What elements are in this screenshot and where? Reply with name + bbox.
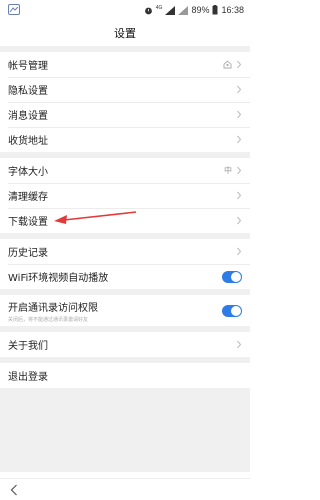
- chevron-right-icon: [237, 166, 242, 175]
- contacts-permission-toggle[interactable]: [222, 304, 242, 317]
- row-right: [223, 52, 242, 77]
- row-label: 下载设置: [8, 217, 48, 228]
- row-clear-cache[interactable]: 清理缓存: [0, 183, 250, 208]
- row-privacy[interactable]: 隐私设置: [0, 77, 250, 102]
- row-label: 开启通讯录访问权限: [8, 302, 98, 314]
- row-account-manage[interactable]: 帐号管理: [0, 52, 250, 77]
- row-right: [236, 183, 242, 208]
- page-title: 设置: [114, 27, 136, 40]
- row-messages[interactable]: 消息设置: [0, 102, 250, 127]
- battery-percent: 89%: [191, 5, 210, 15]
- row-download-settings[interactable]: 下载设置: [0, 208, 250, 233]
- row-label: 关于我们: [8, 341, 48, 352]
- row-label: 消息设置: [8, 111, 48, 122]
- font-size-value: 中: [224, 166, 232, 175]
- chevron-right-icon: [237, 60, 242, 69]
- row-right: [236, 332, 242, 357]
- row-right: [222, 264, 242, 289]
- battery-icon: [212, 5, 218, 15]
- toggle-knob: [231, 305, 241, 316]
- row-hint: 关闭后，将不能通过通讯录邀请好友: [8, 316, 89, 323]
- chevron-right-icon: [237, 216, 242, 225]
- row-label: 清理缓存: [8, 192, 48, 203]
- settings-list: 帐号管理 隐私设置 消息设置 收货地址 字体大小 中 清理缓存 下载设置 历史记…: [0, 46, 250, 472]
- status-bar: 4G 89% 16:38: [0, 0, 250, 20]
- signal-icon: [165, 5, 176, 15]
- user-icon: [223, 60, 232, 69]
- row-right: 中: [224, 158, 242, 183]
- chevron-right-icon: [237, 85, 242, 94]
- chevron-right-icon: [237, 340, 242, 349]
- row-contacts-permission: 开启通讯录访问权限 关闭后，将不能通过通讯录邀请好友: [0, 295, 250, 326]
- bottom-nav-bar: [0, 478, 250, 500]
- row-about-us[interactable]: 关于我们: [0, 332, 250, 357]
- row-wifi-autoplay: WiFi环境视频自动播放: [0, 264, 250, 289]
- chevron-right-icon: [237, 110, 242, 119]
- row-right: [236, 77, 242, 102]
- row-address[interactable]: 收货地址: [0, 127, 250, 152]
- row-history[interactable]: 历史记录: [0, 239, 250, 264]
- row-label: 收货地址: [8, 136, 48, 147]
- chevron-right-icon: [237, 191, 242, 200]
- row-label: 帐号管理: [8, 61, 48, 72]
- clock: 16:38: [221, 5, 244, 15]
- empty-area: [0, 388, 250, 472]
- signal-icon-2: [178, 5, 189, 15]
- chevron-right-icon: [237, 135, 242, 144]
- row-label: 历史记录: [8, 248, 48, 259]
- status-bar-right: 4G 89% 16:38: [144, 3, 244, 17]
- row-font-size[interactable]: 字体大小 中: [0, 158, 250, 183]
- row-label: 隐私设置: [8, 86, 48, 97]
- chevron-right-icon: [237, 247, 242, 256]
- title-bar: 设置: [0, 20, 250, 46]
- wifi-autoplay-toggle[interactable]: [222, 270, 242, 283]
- row-right: [222, 295, 242, 326]
- row-text-stack: 开启通讯录访问权限 关闭后，将不能通过通讯录邀请好友: [8, 299, 98, 323]
- row-label: 退出登录: [8, 372, 48, 383]
- row-right: [236, 102, 242, 127]
- network-type: 4G: [155, 5, 163, 11]
- row-label: 字体大小: [8, 167, 48, 178]
- row-right: [236, 127, 242, 152]
- toggle-knob: [231, 271, 241, 282]
- row-right: [236, 208, 242, 233]
- row-label: WiFi环境视频自动播放: [8, 273, 109, 284]
- app-notification-icon: [8, 4, 20, 15]
- logout-button[interactable]: 退出登录: [0, 363, 250, 388]
- row-right: [236, 239, 242, 264]
- back-chevron-icon[interactable]: [10, 484, 18, 496]
- alarm-icon: [144, 7, 152, 14]
